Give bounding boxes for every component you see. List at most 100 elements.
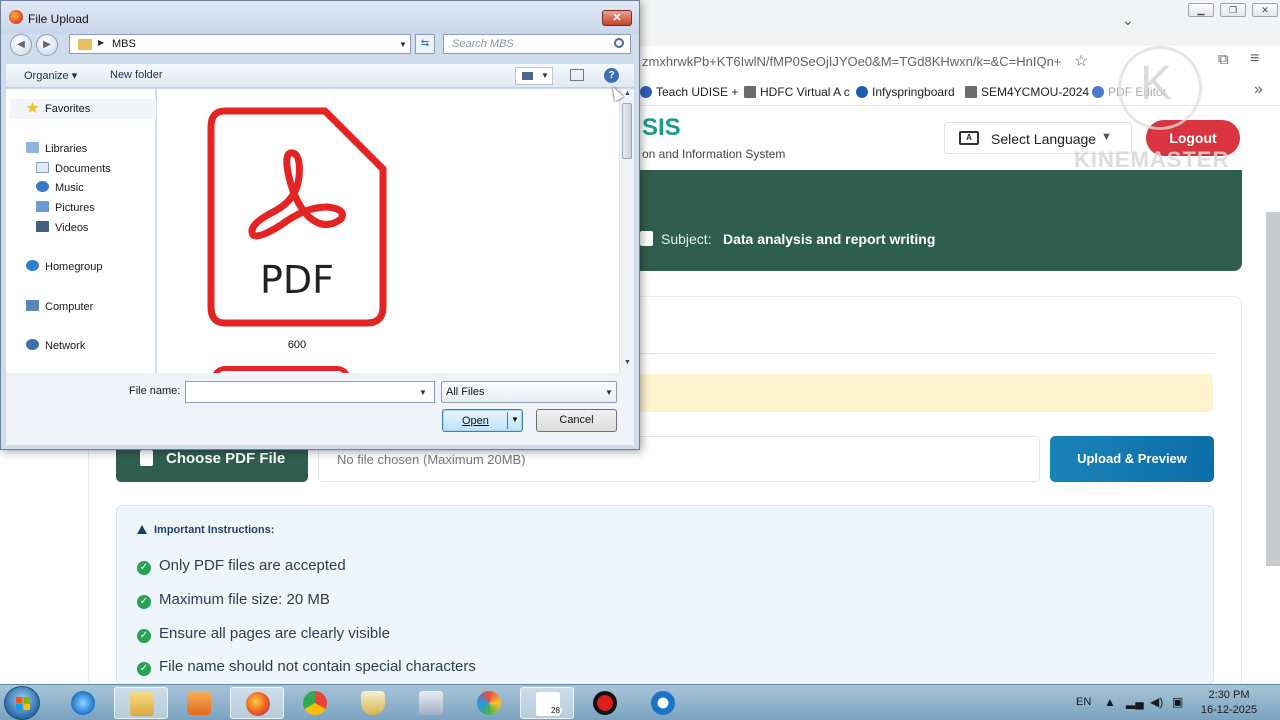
back-button[interactable]: ◀ bbox=[10, 34, 32, 56]
volume-icon[interactable]: ◀) bbox=[1150, 695, 1163, 709]
search-icon bbox=[614, 38, 624, 48]
check-icon: ✓ bbox=[137, 595, 151, 609]
file-type-dropdown-icon[interactable]: ▼ bbox=[605, 388, 613, 397]
document-icon bbox=[640, 231, 653, 246]
divider bbox=[640, 353, 1214, 354]
instructions-box: Important Instructions: ✓ Only PDF files … bbox=[116, 505, 1214, 685]
organize-button[interactable]: Organize ▾ bbox=[24, 69, 77, 82]
translate-icon: A bbox=[959, 131, 979, 145]
bookmark-teach-udise[interactable]: Teach UDISE + bbox=[640, 85, 738, 99]
network-icon[interactable]: ▂▄ bbox=[1126, 695, 1144, 709]
scrollbar-thumb[interactable] bbox=[622, 103, 632, 159]
taskbar-media-player[interactable] bbox=[172, 687, 226, 719]
cancel-button[interactable]: Cancel bbox=[536, 409, 617, 432]
watermark-k-glyph: K bbox=[1140, 57, 1173, 110]
file-icon bbox=[140, 450, 153, 466]
pdf-file-icon: PDF bbox=[207, 107, 387, 327]
instructions-heading: Important Instructions: bbox=[137, 524, 274, 536]
nav-pictures[interactable]: Pictures bbox=[36, 201, 95, 214]
close-window-button[interactable]: ✕ bbox=[1252, 3, 1278, 17]
forward-button[interactable]: ▶ bbox=[36, 34, 58, 56]
taskbar-firefox[interactable] bbox=[230, 687, 284, 719]
file-name-field[interactable]: ▼ bbox=[185, 381, 435, 403]
system-clock[interactable]: 2:30 PM 16-12-2025 bbox=[1198, 688, 1260, 718]
dialog-close-button[interactable]: ✕ bbox=[602, 10, 632, 26]
choose-pdf-label: Choose PDF File bbox=[166, 450, 286, 467]
url-text[interactable]: zmxhrwkPb+KT6IwlN/fMP0SeOjIJYOe0&M=TGd8K… bbox=[642, 54, 1072, 69]
dialog-command-bar: Organize ▾ New folder ▼ ? bbox=[6, 64, 634, 88]
file-type-select[interactable]: All Files ▼ bbox=[441, 381, 617, 403]
check-icon: ✓ bbox=[137, 561, 151, 575]
instruction-item: ✓ Maximum file size: 20 MB bbox=[137, 591, 330, 609]
minimize-button[interactable]: ▁ bbox=[1188, 3, 1214, 17]
nav-music[interactable]: Music bbox=[36, 181, 84, 194]
bookmark-star-icon[interactable]: ☆ bbox=[1074, 51, 1088, 71]
change-view-button[interactable]: ▼ bbox=[515, 67, 553, 85]
file-list-scrollbar[interactable]: ▲ ▼ bbox=[619, 89, 634, 373]
tab-list-chevron-icon[interactable]: ⌄ bbox=[1122, 12, 1134, 29]
show-hidden-icons-icon[interactable]: ▲ bbox=[1104, 695, 1116, 709]
help-icon[interactable]: ? bbox=[604, 68, 619, 83]
folder-icon bbox=[130, 692, 154, 716]
extensions-icon[interactable]: ⧉ bbox=[1218, 51, 1229, 68]
path-dropdown-icon[interactable]: ▼ bbox=[399, 40, 407, 49]
preview-pane-icon[interactable] bbox=[570, 69, 584, 81]
documents-icon bbox=[36, 162, 49, 173]
nav-libraries[interactable]: Libraries bbox=[26, 142, 87, 155]
homegroup-icon bbox=[26, 260, 39, 271]
browser-menu-icon[interactable]: ≡ bbox=[1250, 50, 1259, 68]
pdf-label: PDF bbox=[260, 258, 334, 302]
taskbar-calculator[interactable] bbox=[404, 687, 458, 719]
search-input[interactable]: Search MBS bbox=[443, 34, 631, 54]
nav-favorites[interactable]: Favorites bbox=[26, 102, 90, 115]
taskbar-sync-app[interactable] bbox=[636, 687, 690, 719]
view-dropdown-icon[interactable]: ▼ bbox=[541, 71, 549, 80]
power-icon[interactable]: ▣ bbox=[1172, 695, 1183, 709]
file-list: PDF 600 bbox=[157, 89, 619, 373]
dialog-titlebar[interactable]: File Upload ✕ bbox=[1, 1, 639, 34]
nav-network[interactable]: Network bbox=[26, 339, 85, 352]
open-button[interactable]: Open ▼ bbox=[442, 409, 523, 432]
firefox-icon bbox=[9, 10, 23, 24]
restore-button[interactable]: ❐ bbox=[1220, 3, 1246, 17]
bookmark-sem4ycmou[interactable]: SEM4YCMOU-2024 bbox=[965, 85, 1089, 99]
nav-documents[interactable]: Documents bbox=[36, 162, 111, 175]
taskbar-explorer[interactable] bbox=[114, 687, 168, 719]
open-dropdown-icon[interactable]: ▼ bbox=[511, 415, 519, 424]
site-brand-subtitle: on and Information System bbox=[642, 147, 786, 161]
videos-icon bbox=[36, 221, 49, 232]
next-pdf-file-icon[interactable] bbox=[211, 366, 351, 373]
scroll-up-icon[interactable]: ▲ bbox=[624, 90, 631, 97]
shield-icon bbox=[361, 691, 385, 715]
new-folder-button[interactable]: New folder bbox=[110, 69, 163, 81]
path-bar[interactable]: ▶ MBS ▼ bbox=[69, 34, 411, 54]
file-name-caption: 600 bbox=[287, 339, 307, 351]
taskbar-ie[interactable] bbox=[56, 687, 110, 719]
file-name-dropdown-icon[interactable]: ▼ bbox=[419, 388, 427, 397]
nav-homegroup[interactable]: Homegroup bbox=[26, 260, 102, 273]
dialog-footer: File name: ▼ All Files ▼ Open ▼ Cancel bbox=[6, 373, 634, 445]
dialog-title: File Upload bbox=[28, 12, 89, 26]
upload-preview-button[interactable]: Upload & Preview bbox=[1050, 436, 1214, 482]
nav-computer[interactable]: Computer bbox=[26, 300, 93, 313]
bookmark-infyspringboard[interactable]: Infyspringboard bbox=[856, 85, 955, 99]
search-placeholder: Search MBS bbox=[452, 38, 514, 50]
bookmark-hdfc[interactable]: HDFC Virtual A c bbox=[744, 85, 850, 99]
scroll-down-icon[interactable]: ▼ bbox=[624, 359, 631, 366]
taskbar-shield-app[interactable] bbox=[346, 687, 400, 719]
clock-time: 2:30 PM bbox=[1208, 689, 1250, 701]
star-icon bbox=[26, 102, 39, 113]
start-button[interactable] bbox=[4, 686, 40, 720]
taskbar-recorder[interactable] bbox=[578, 687, 632, 719]
split-divider bbox=[507, 412, 508, 429]
internet-explorer-icon bbox=[71, 691, 95, 715]
path-text[interactable]: MBS bbox=[112, 38, 136, 50]
page-scrollbar[interactable] bbox=[1266, 212, 1280, 566]
more-bookmarks-icon[interactable]: » bbox=[1254, 81, 1263, 99]
taskbar-paint[interactable] bbox=[462, 687, 516, 719]
refresh-button[interactable]: ⇆ bbox=[415, 34, 435, 54]
input-language[interactable]: EN bbox=[1076, 696, 1091, 708]
nav-videos[interactable]: Videos bbox=[36, 221, 88, 234]
taskbar-chrome[interactable] bbox=[288, 687, 342, 719]
taskbar-document[interactable]: 28 bbox=[520, 687, 574, 719]
